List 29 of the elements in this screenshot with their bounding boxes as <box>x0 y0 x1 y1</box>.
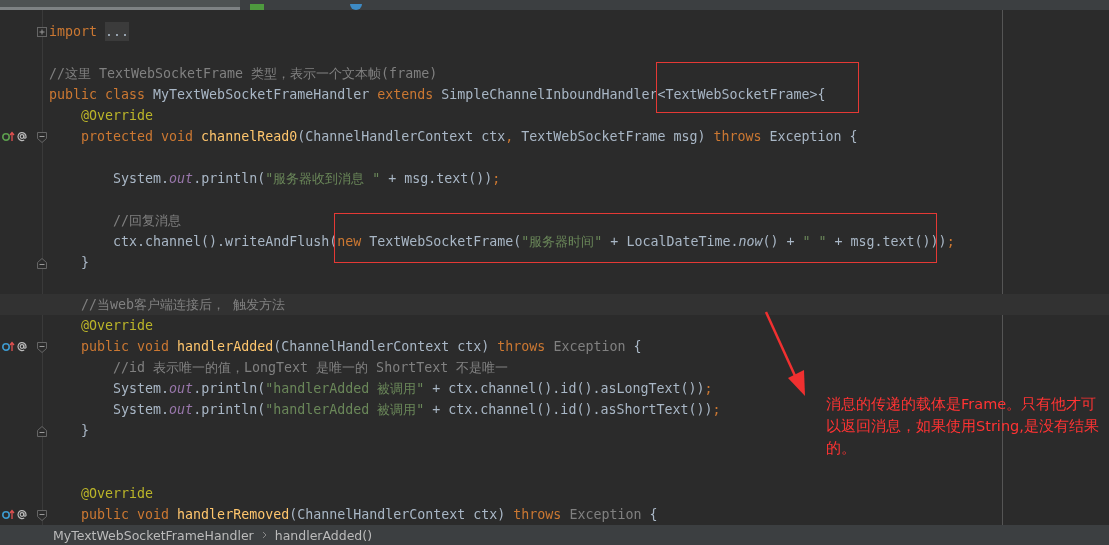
collapse-fold-icon[interactable] <box>37 258 47 269</box>
annotation-text: 消息的传递的载体是Frame。只有他才可以返回消息，如果使用String,是没有结果的。 <box>826 395 1100 458</box>
code-line: //当web客户端连接后， 触发方法 <box>80 296 286 314</box>
code-line: //回复消息 <box>112 212 182 230</box>
code-line: System.out.println("handlerAdded 被调用" + ctx.channel().id().asShortText()); <box>112 401 721 419</box>
code-line: protected void channelRead0(ChannelHandlerContext ctx, TextWebSocketFrame msg) throws Exception { <box>80 128 858 146</box>
breadcrumb[interactable]: MyTextWebSocketFrameHandler <box>53 527 254 543</box>
code-line: public void handlerAdded(ChannelHandlerContext ctx) throws Exception { <box>80 338 642 356</box>
code-line: public void handlerRemoved(ChannelHandlerContext ctx) throws Exception { <box>80 506 658 524</box>
collapse-fold-icon[interactable] <box>37 342 47 353</box>
code-line: import ... <box>49 21 130 42</box>
code-line: System.out.println("handlerAdded 被调用" + ctx.channel().id().asLongText()); <box>112 380 713 398</box>
collapse-fold-icon[interactable] <box>37 510 47 521</box>
html-file-icon <box>250 4 264 10</box>
code-line: @Override <box>80 107 154 125</box>
code-line: System.out.println("服务器收到消息 " + msg.text()); <box>112 170 501 188</box>
override-marker-icon[interactable] <box>2 131 27 142</box>
override-marker-icon[interactable] <box>2 509 27 520</box>
code-line: } <box>80 254 90 272</box>
breadcrumb[interactable]: handlerAdded() <box>274 527 373 543</box>
collapse-fold-icon[interactable] <box>37 426 47 437</box>
code-line: @Override <box>80 485 154 503</box>
code-line: @Override <box>80 317 154 335</box>
file-icon <box>350 4 362 10</box>
chevron-right-icon <box>261 531 267 539</box>
override-marker-icon[interactable] <box>2 341 27 352</box>
code-line: } <box>80 422 90 440</box>
collapse-fold-icon[interactable] <box>37 132 47 143</box>
expand-fold-icon[interactable] <box>37 27 47 37</box>
